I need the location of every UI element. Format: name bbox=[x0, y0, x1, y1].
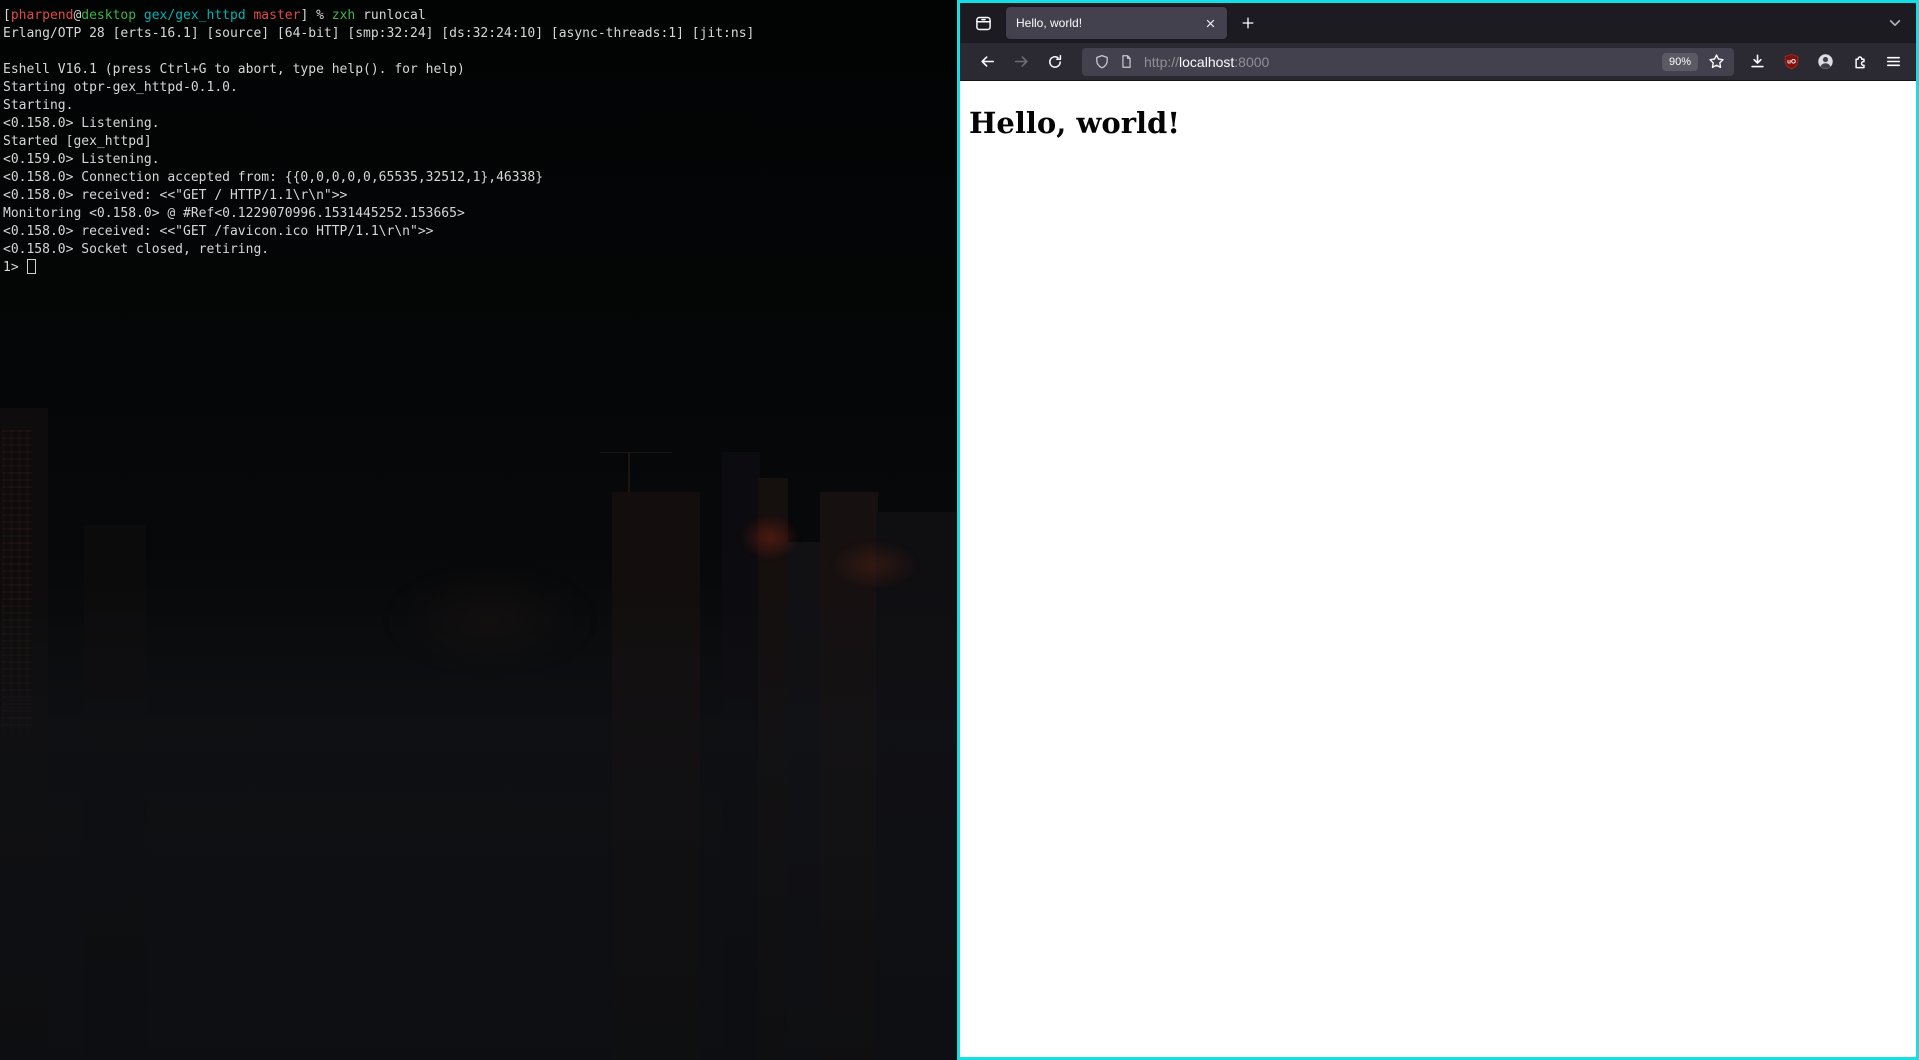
url-bar[interactable]: http://localhost:8000 90% bbox=[1082, 47, 1734, 76]
list-all-tabs-button[interactable] bbox=[1880, 8, 1910, 38]
nav-buttons bbox=[972, 47, 1070, 77]
firefox-view-icon bbox=[975, 16, 991, 30]
chevron-down-icon bbox=[1889, 20, 1901, 26]
terminal-line: Eshell V16.1 (press Ctrl+G to abort, typ… bbox=[3, 62, 465, 77]
reload-button[interactable] bbox=[1040, 47, 1070, 77]
menu-button[interactable] bbox=[1878, 47, 1908, 77]
browser-window: Hello, world! http://localhost:8000 90% … bbox=[957, 0, 1919, 1060]
forward-icon bbox=[1014, 56, 1028, 67]
terminal-line: <0.158.0> Connection accepted from: {{0,… bbox=[3, 170, 544, 185]
wallpaper-building bbox=[786, 542, 820, 1060]
url-text[interactable]: http://localhost:8000 bbox=[1144, 54, 1269, 70]
forward-button[interactable] bbox=[1006, 47, 1036, 77]
wallpaper-building bbox=[612, 492, 700, 1060]
wallpaper-building bbox=[2, 430, 32, 730]
tab-close-button[interactable] bbox=[1199, 12, 1221, 34]
terminal-output: [pharpend@desktop gex/gex_httpd master] … bbox=[0, 0, 957, 277]
firefox-view-button[interactable] bbox=[968, 8, 998, 38]
terminal-line: 1> bbox=[3, 259, 957, 277]
wallpaper-glow bbox=[830, 540, 920, 590]
page-heading: Hello, world! bbox=[969, 106, 1181, 140]
wallpaper-glow bbox=[380, 560, 600, 680]
wallpaper-building bbox=[722, 452, 760, 1060]
wallpaper-crane bbox=[600, 452, 672, 453]
shield-icon bbox=[1096, 54, 1108, 68]
terminal-line: <0.158.0> Listening. bbox=[3, 116, 160, 131]
terminal-line: <0.159.0> Listening. bbox=[3, 152, 160, 167]
ublock-origin-button[interactable]: uO bbox=[1776, 47, 1806, 77]
tab-title: Hello, world! bbox=[1016, 16, 1083, 30]
wallpaper-fog bbox=[0, 580, 957, 1060]
downloads-button[interactable] bbox=[1742, 47, 1772, 77]
wallpaper-building bbox=[758, 478, 788, 1060]
tab-bar: Hello, world! bbox=[960, 3, 1916, 43]
account-button[interactable] bbox=[1810, 47, 1840, 77]
terminal-line: Starting otpr-gex_httpd-0.1.0. bbox=[3, 80, 238, 95]
tracking-protection-button[interactable] bbox=[1090, 50, 1114, 74]
back-icon bbox=[980, 56, 994, 67]
screen: [pharpend@desktop gex/gex_httpd master] … bbox=[0, 0, 1919, 1060]
back-button[interactable] bbox=[972, 47, 1002, 77]
tab-hello-world[interactable]: Hello, world! bbox=[1006, 7, 1227, 39]
star-icon bbox=[1708, 54, 1724, 69]
menu-icon bbox=[1886, 56, 1900, 67]
wallpaper-glow bbox=[740, 515, 800, 560]
terminal-line: <0.158.0> received: <<"GET / HTTP/1.1\r\… bbox=[3, 188, 348, 203]
ublock-icon: uO bbox=[1784, 53, 1798, 70]
wallpaper-building bbox=[0, 408, 48, 1060]
reload-icon bbox=[1049, 54, 1062, 68]
close-icon bbox=[1206, 19, 1214, 27]
zoom-level-badge[interactable]: 90% bbox=[1661, 52, 1698, 71]
url-scheme: http:// bbox=[1144, 53, 1180, 70]
terminal-line: Started [gex_httpd] bbox=[3, 134, 152, 149]
url-port: :8000 bbox=[1234, 53, 1270, 70]
terminal-line: <0.158.0> Socket closed, retiring. bbox=[3, 242, 270, 257]
terminal-line: Starting. bbox=[3, 98, 74, 113]
svg-text:uO: uO bbox=[1787, 58, 1796, 65]
wallpaper-building bbox=[876, 512, 957, 1060]
downloads-icon bbox=[1750, 54, 1764, 68]
bookmark-button[interactable] bbox=[1704, 50, 1728, 74]
wallpaper-building bbox=[820, 492, 878, 1060]
terminal-line: [pharpend@desktop gex/gex_httpd master] … bbox=[3, 8, 426, 23]
wallpaper-building bbox=[84, 525, 146, 1060]
extensions-button[interactable] bbox=[1844, 47, 1874, 77]
extensions-icon bbox=[1854, 56, 1865, 69]
site-info-button[interactable] bbox=[1114, 50, 1138, 74]
wallpaper-crane bbox=[628, 452, 630, 512]
url-host: localhost bbox=[1179, 53, 1235, 70]
terminal-line: Erlang/OTP 28 [erts-16.1] [source] [64-b… bbox=[3, 26, 755, 41]
new-tab-icon bbox=[1242, 17, 1254, 29]
page-icon bbox=[1121, 55, 1131, 68]
page-content: Hello, world! bbox=[960, 81, 1916, 1057]
new-tab-button[interactable] bbox=[1233, 8, 1263, 38]
terminal-window[interactable]: [pharpend@desktop gex/gex_httpd master] … bbox=[0, 0, 957, 1060]
navigation-toolbar: http://localhost:8000 90% uO bbox=[960, 43, 1916, 81]
toolbar-end-buttons: uO bbox=[1742, 47, 1908, 77]
terminal-line: Monitoring <0.158.0> @ #Ref<0.1229070996… bbox=[3, 206, 465, 221]
terminal-line: <0.158.0> received: <<"GET /favicon.ico … bbox=[3, 224, 434, 239]
account-icon bbox=[1817, 54, 1833, 69]
terminal-cursor bbox=[27, 259, 37, 274]
